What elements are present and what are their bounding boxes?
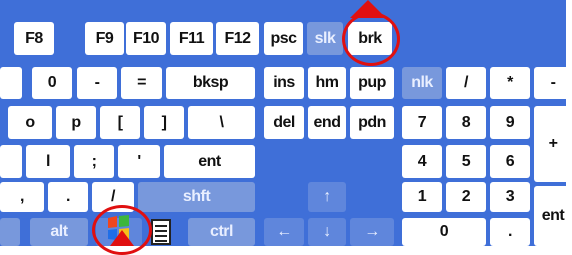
- key-arrow-left[interactable]: ←: [264, 218, 304, 246]
- key-alt[interactable]: alt: [30, 218, 88, 246]
- key-numpad-multiply[interactable]: *: [490, 67, 530, 99]
- key-f10[interactable]: F10: [126, 22, 166, 55]
- context-menu-icon[interactable]: [151, 219, 171, 245]
- key-f11[interactable]: F11: [170, 22, 213, 55]
- key-backslash[interactable]: \: [188, 106, 255, 139]
- key-numpad-6[interactable]: 6: [490, 145, 530, 178]
- key-ctrl[interactable]: ctrl: [188, 218, 255, 246]
- key-shift[interactable]: shft: [138, 182, 255, 212]
- key-9-partial[interactable]: [0, 67, 22, 99]
- key-quote[interactable]: ': [118, 145, 160, 178]
- key-num-lock[interactable]: nlk: [402, 67, 442, 99]
- mouse-pointer-icon: [350, 0, 386, 18]
- key-numpad-3[interactable]: 3: [490, 182, 530, 212]
- key-numpad-decimal[interactable]: .: [490, 218, 530, 246]
- key-numpad-5[interactable]: 5: [446, 145, 486, 178]
- key-numpad-8[interactable]: 8: [446, 106, 486, 139]
- key-insert[interactable]: ins: [264, 67, 304, 99]
- key-0[interactable]: 0: [32, 67, 72, 99]
- key-o[interactable]: o: [8, 106, 52, 139]
- key-enter[interactable]: ent: [164, 145, 255, 178]
- key-numpad-minus[interactable]: -: [534, 67, 572, 99]
- key-end[interactable]: end: [308, 106, 346, 139]
- key-numpad-1[interactable]: 1: [402, 182, 442, 212]
- key-numpad-9[interactable]: 9: [490, 106, 530, 139]
- key-arrow-down[interactable]: ↓: [308, 218, 346, 246]
- key-comma[interactable]: ,: [0, 182, 44, 212]
- key-print-screen[interactable]: psc: [264, 22, 303, 55]
- key-numpad-4[interactable]: 4: [402, 145, 442, 178]
- key-numpad-0[interactable]: 0: [402, 218, 486, 246]
- key-backspace[interactable]: bksp: [166, 67, 255, 99]
- key-numpad-enter[interactable]: ent: [534, 186, 572, 246]
- key-home[interactable]: hm: [308, 67, 346, 99]
- key-numpad-plus[interactable]: +: [534, 106, 572, 182]
- key-numpad-2[interactable]: 2: [446, 182, 486, 212]
- key-delete[interactable]: del: [264, 106, 304, 139]
- key-f9[interactable]: F9: [85, 22, 124, 55]
- key-numpad-7[interactable]: 7: [402, 106, 442, 139]
- highlight-ring-break: [342, 12, 400, 66]
- key-arrow-up[interactable]: ↑: [308, 182, 346, 212]
- on-screen-keyboard: F8 F9 F10 F11 F12 psc slk brk 0 - = bksp…: [0, 0, 572, 255]
- key-left-edge-partial[interactable]: [0, 218, 20, 246]
- key-page-up[interactable]: pup: [350, 67, 394, 99]
- key-p[interactable]: p: [56, 106, 96, 139]
- key-equals[interactable]: =: [121, 67, 162, 99]
- key-numpad-divide[interactable]: /: [446, 67, 486, 99]
- key-f8[interactable]: F8: [14, 22, 54, 55]
- key-arrow-right[interactable]: →: [350, 218, 394, 246]
- mouse-pointer-icon: [110, 230, 134, 246]
- key-minus[interactable]: -: [77, 67, 117, 99]
- key-scroll-lock[interactable]: slk: [307, 22, 343, 55]
- key-l[interactable]: l: [26, 145, 70, 178]
- key-k-partial[interactable]: [0, 145, 22, 178]
- key-left-bracket[interactable]: [: [100, 106, 140, 139]
- key-semicolon[interactable]: ;: [74, 145, 114, 178]
- key-right-bracket[interactable]: ]: [144, 106, 184, 139]
- key-period[interactable]: .: [48, 182, 88, 212]
- key-page-down[interactable]: pdn: [350, 106, 394, 139]
- key-f12[interactable]: F12: [216, 22, 259, 55]
